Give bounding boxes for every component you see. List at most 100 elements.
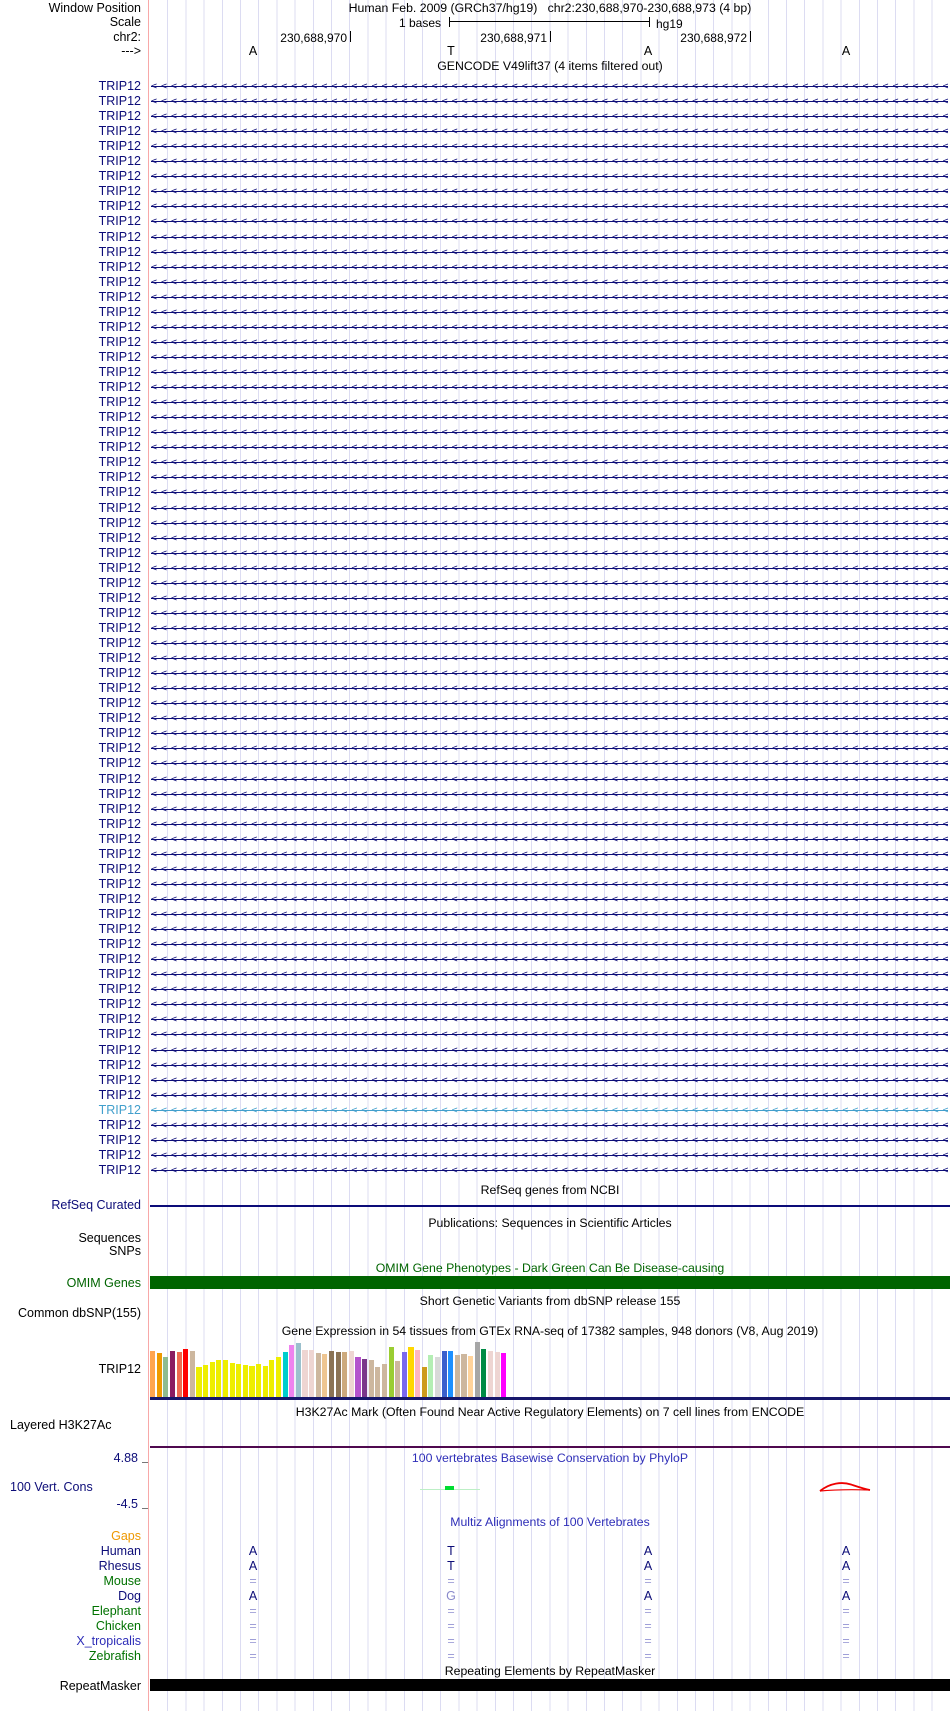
- transcript-direction-arrows[interactable]: <<<<<<<<<<<<<<<<<<<<<<<<<<<<<<<<<<<<<<<<…: [151, 1132, 948, 1148]
- refseq-curated-item[interactable]: [150, 1205, 950, 1207]
- gtex-tissue-bar[interactable]: [395, 1361, 401, 1397]
- gencode-transcript-row[interactable]: TRIP12 <<<<<<<<<<<<<<<<<<<<<<<<<<<<<<<<<<…: [0, 1072, 950, 1088]
- transcript-direction-arrows[interactable]: <<<<<<<<<<<<<<<<<<<<<<<<<<<<<<<<<<<<<<<<…: [151, 967, 948, 983]
- gencode-transcript-row[interactable]: TRIP12 <<<<<<<<<<<<<<<<<<<<<<<<<<<<<<<<<<…: [0, 349, 950, 365]
- gtex-tissue-bar[interactable]: [256, 1364, 262, 1397]
- gencode-transcript-row[interactable]: TRIP12 <<<<<<<<<<<<<<<<<<<<<<<<<<<<<<<<<<…: [0, 455, 950, 471]
- gene-label[interactable]: TRIP12: [0, 998, 141, 1011]
- transcript-direction-arrows[interactable]: <<<<<<<<<<<<<<<<<<<<<<<<<<<<<<<<<<<<<<<<…: [151, 1162, 948, 1178]
- gencode-transcript-row[interactable]: TRIP12 <<<<<<<<<<<<<<<<<<<<<<<<<<<<<<<<<<…: [0, 726, 950, 742]
- gtex-tissue-bar[interactable]: [494, 1352, 500, 1397]
- transcript-direction-arrows[interactable]: <<<<<<<<<<<<<<<<<<<<<<<<<<<<<<<<<<<<<<<<…: [151, 801, 948, 817]
- gene-label[interactable]: TRIP12: [0, 140, 141, 153]
- gtex-tissue-bar[interactable]: [315, 1353, 321, 1397]
- gencode-transcript-row[interactable]: TRIP12 <<<<<<<<<<<<<<<<<<<<<<<<<<<<<<<<<<…: [0, 1042, 950, 1058]
- gencode-transcript-row[interactable]: TRIP12 <<<<<<<<<<<<<<<<<<<<<<<<<<<<<<<<<<…: [0, 997, 950, 1013]
- gencode-transcript-row[interactable]: TRIP12 <<<<<<<<<<<<<<<<<<<<<<<<<<<<<<<<<<…: [0, 319, 950, 335]
- omim-gene-bar[interactable]: [150, 1276, 950, 1289]
- gene-label[interactable]: TRIP12: [0, 1118, 141, 1132]
- gene-label[interactable]: TRIP12: [0, 456, 141, 469]
- gene-label[interactable]: TRIP12: [0, 1163, 141, 1177]
- gene-label[interactable]: TRIP12: [0, 411, 141, 424]
- transcript-direction-arrows[interactable]: <<<<<<<<<<<<<<<<<<<<<<<<<<<<<<<<<<<<<<<<…: [151, 907, 948, 923]
- gencode-transcript-row[interactable]: TRIP12 <<<<<<<<<<<<<<<<<<<<<<<<<<<<<<<<<<…: [0, 816, 950, 832]
- species-label[interactable]: Elephant: [0, 1605, 141, 1618]
- gencode-transcript-row[interactable]: TRIP12 <<<<<<<<<<<<<<<<<<<<<<<<<<<<<<<<<<…: [0, 711, 950, 727]
- repeatmasker-track-title[interactable]: Repeating Elements by RepeatMasker: [150, 1665, 950, 1678]
- repeatmasker-element-bar[interactable]: [150, 1679, 950, 1691]
- gene-label[interactable]: TRIP12: [0, 1088, 141, 1102]
- gene-label[interactable]: TRIP12: [0, 200, 141, 213]
- gene-label[interactable]: TRIP12: [0, 1058, 141, 1072]
- transcript-direction-arrows[interactable]: <<<<<<<<<<<<<<<<<<<<<<<<<<<<<<<<<<<<<<<<…: [151, 229, 948, 245]
- gencode-transcript-row[interactable]: TRIP12 <<<<<<<<<<<<<<<<<<<<<<<<<<<<<<<<<<…: [0, 605, 950, 621]
- gtex-tissue-bar[interactable]: [176, 1352, 182, 1397]
- gencode-transcript-row[interactable]: TRIP12 <<<<<<<<<<<<<<<<<<<<<<<<<<<<<<<<<<…: [0, 636, 950, 652]
- transcript-direction-arrows[interactable]: <<<<<<<<<<<<<<<<<<<<<<<<<<<<<<<<<<<<<<<<…: [151, 937, 948, 953]
- gtex-tissue-bar[interactable]: [302, 1350, 308, 1397]
- gtex-tissue-bar[interactable]: [401, 1352, 407, 1397]
- gene-label[interactable]: TRIP12: [0, 486, 141, 499]
- transcript-direction-arrows[interactable]: <<<<<<<<<<<<<<<<<<<<<<<<<<<<<<<<<<<<<<<<…: [151, 365, 948, 381]
- gtex-tissue-bar[interactable]: [269, 1360, 275, 1397]
- gene-label[interactable]: TRIP12: [0, 832, 141, 846]
- transcript-direction-arrows[interactable]: <<<<<<<<<<<<<<<<<<<<<<<<<<<<<<<<<<<<<<<<…: [151, 470, 948, 486]
- transcript-direction-arrows[interactable]: <<<<<<<<<<<<<<<<<<<<<<<<<<<<<<<<<<<<<<<<…: [151, 199, 948, 215]
- h3k27ac-label[interactable]: Layered H3K27Ac: [10, 1419, 111, 1432]
- gene-label[interactable]: TRIP12: [0, 215, 141, 228]
- gene-label[interactable]: TRIP12: [0, 697, 141, 710]
- dbsnp-label[interactable]: Common dbSNP(155): [0, 1307, 141, 1320]
- gene-label[interactable]: TRIP12: [0, 110, 141, 123]
- gencode-transcript-row[interactable]: TRIP12 <<<<<<<<<<<<<<<<<<<<<<<<<<<<<<<<<<…: [0, 545, 950, 561]
- transcript-direction-arrows[interactable]: <<<<<<<<<<<<<<<<<<<<<<<<<<<<<<<<<<<<<<<<…: [151, 169, 948, 185]
- gene-label[interactable]: TRIP12: [0, 230, 141, 244]
- species-label[interactable]: Rhesus: [0, 1560, 141, 1573]
- transcript-direction-arrows[interactable]: <<<<<<<<<<<<<<<<<<<<<<<<<<<<<<<<<<<<<<<<…: [151, 304, 948, 320]
- transcript-direction-arrows[interactable]: <<<<<<<<<<<<<<<<<<<<<<<<<<<<<<<<<<<<<<<<…: [151, 425, 948, 441]
- gencode-transcript-row[interactable]: TRIP12 <<<<<<<<<<<<<<<<<<<<<<<<<<<<<<<<<<…: [0, 380, 950, 396]
- gencode-transcript-row[interactable]: TRIP12 <<<<<<<<<<<<<<<<<<<<<<<<<<<<<<<<<<…: [0, 651, 950, 667]
- gtex-tissue-bar[interactable]: [468, 1356, 474, 1397]
- phylop-track-title[interactable]: 100 vertebrates Basewise Conservation by…: [150, 1452, 950, 1465]
- gtex-tissue-bar[interactable]: [388, 1347, 394, 1397]
- gencode-transcript-row[interactable]: TRIP12 <<<<<<<<<<<<<<<<<<<<<<<<<<<<<<<<<<…: [0, 1102, 950, 1118]
- transcript-direction-arrows[interactable]: <<<<<<<<<<<<<<<<<<<<<<<<<<<<<<<<<<<<<<<<…: [151, 259, 948, 275]
- gencode-transcript-row[interactable]: TRIP12 <<<<<<<<<<<<<<<<<<<<<<<<<<<<<<<<<<…: [0, 515, 950, 531]
- gencode-transcript-row[interactable]: TRIP12 <<<<<<<<<<<<<<<<<<<<<<<<<<<<<<<<<<…: [0, 289, 950, 305]
- transcript-direction-arrows[interactable]: <<<<<<<<<<<<<<<<<<<<<<<<<<<<<<<<<<<<<<<<…: [151, 636, 948, 652]
- gene-label[interactable]: TRIP12: [0, 908, 141, 921]
- gtex-tissue-bar[interactable]: [242, 1365, 248, 1397]
- gene-label[interactable]: TRIP12: [0, 757, 141, 770]
- gencode-transcript-row[interactable]: TRIP12 <<<<<<<<<<<<<<<<<<<<<<<<<<<<<<<<<<…: [0, 94, 950, 110]
- transcript-direction-arrows[interactable]: <<<<<<<<<<<<<<<<<<<<<<<<<<<<<<<<<<<<<<<<…: [151, 500, 948, 516]
- transcript-direction-arrows[interactable]: <<<<<<<<<<<<<<<<<<<<<<<<<<<<<<<<<<<<<<<<…: [151, 666, 948, 682]
- gtex-tissue-bar[interactable]: [216, 1360, 222, 1397]
- gtex-tissue-bar[interactable]: [196, 1367, 202, 1397]
- gene-label[interactable]: TRIP12: [0, 471, 141, 484]
- gene-label[interactable]: TRIP12: [0, 621, 141, 635]
- gene-label[interactable]: TRIP12: [0, 637, 141, 650]
- gene-label[interactable]: TRIP12: [0, 923, 141, 936]
- dbsnp-track-title[interactable]: Short Genetic Variants from dbSNP releas…: [150, 1295, 950, 1308]
- gene-label[interactable]: TRIP12: [0, 260, 141, 274]
- transcript-direction-arrows[interactable]: <<<<<<<<<<<<<<<<<<<<<<<<<<<<<<<<<<<<<<<<…: [151, 711, 948, 727]
- transcript-direction-arrows[interactable]: <<<<<<<<<<<<<<<<<<<<<<<<<<<<<<<<<<<<<<<<…: [151, 289, 948, 305]
- transcript-direction-arrows[interactable]: <<<<<<<<<<<<<<<<<<<<<<<<<<<<<<<<<<<<<<<<…: [151, 1057, 948, 1073]
- gencode-transcript-row[interactable]: TRIP12 <<<<<<<<<<<<<<<<<<<<<<<<<<<<<<<<<<…: [0, 861, 950, 877]
- gencode-transcript-row[interactable]: TRIP12 <<<<<<<<<<<<<<<<<<<<<<<<<<<<<<<<<<…: [0, 184, 950, 200]
- transcript-direction-arrows[interactable]: <<<<<<<<<<<<<<<<<<<<<<<<<<<<<<<<<<<<<<<<…: [151, 515, 948, 531]
- transcript-direction-arrows[interactable]: <<<<<<<<<<<<<<<<<<<<<<<<<<<<<<<<<<<<<<<<…: [151, 816, 948, 832]
- gene-label[interactable]: TRIP12: [0, 366, 141, 379]
- gtex-tissue-bar[interactable]: [362, 1359, 368, 1397]
- transcript-direction-arrows[interactable]: <<<<<<<<<<<<<<<<<<<<<<<<<<<<<<<<<<<<<<<<…: [151, 184, 948, 200]
- transcript-direction-arrows[interactable]: <<<<<<<<<<<<<<<<<<<<<<<<<<<<<<<<<<<<<<<<…: [151, 846, 948, 862]
- species-label[interactable]: X_tropicalis: [0, 1635, 141, 1648]
- transcript-direction-arrows[interactable]: <<<<<<<<<<<<<<<<<<<<<<<<<<<<<<<<<<<<<<<<…: [151, 139, 948, 155]
- omim-track-title[interactable]: OMIM Gene Phenotypes - Dark Green Can Be…: [150, 1262, 950, 1275]
- transcript-direction-arrows[interactable]: <<<<<<<<<<<<<<<<<<<<<<<<<<<<<<<<<<<<<<<<…: [151, 94, 948, 110]
- transcript-direction-arrows[interactable]: <<<<<<<<<<<<<<<<<<<<<<<<<<<<<<<<<<<<<<<<…: [151, 726, 948, 742]
- gene-label[interactable]: TRIP12: [0, 561, 141, 575]
- gtex-tissue-bar[interactable]: [368, 1360, 374, 1397]
- gtex-tissue-bar[interactable]: [415, 1350, 421, 1397]
- phylop-track-label[interactable]: 100 Vert. Cons: [10, 1481, 93, 1494]
